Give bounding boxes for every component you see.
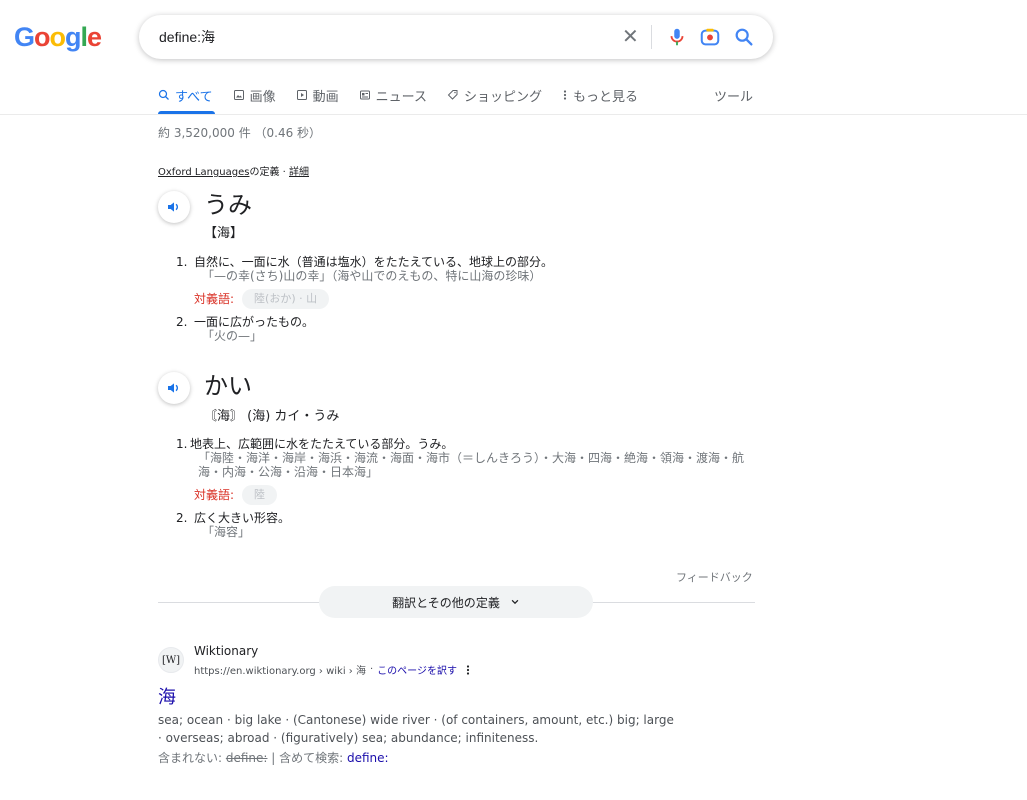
missing-terms: 含まれない: define: | 含めて検索: define:: [158, 751, 389, 765]
search-input[interactable]: define:海: [159, 27, 215, 47]
definition-item: 2. 一面に広がったもの。 「火の—」: [176, 315, 315, 343]
speaker-icon: [168, 202, 178, 212]
antonym-row: 対義語: 陸: [194, 485, 761, 505]
antonym-chip[interactable]: 陸(おか) · 山: [242, 289, 330, 309]
tag-icon: [447, 90, 458, 100]
result-snippet: sea; ocean · big lake · (Cantonese) wide…: [158, 713, 674, 745]
header-divider: [0, 114, 1027, 115]
feedback-link[interactable]: フィードバック: [676, 569, 753, 585]
google-logo[interactable]: Google: [14, 22, 102, 53]
pronunciation-button[interactable]: [158, 372, 190, 404]
tab-shopping[interactable]: ショッピング: [447, 84, 542, 106]
result-url: https://en.wiktionary.org › wiki › 海 · こ…: [194, 662, 471, 677]
search-icon[interactable]: [733, 26, 755, 48]
more-vert-icon: [563, 90, 567, 100]
more-options-icon[interactable]: [465, 664, 471, 676]
antonym-row: 対義語: 陸(おか) · 山: [194, 289, 776, 309]
dictionary-source: Oxford Languagesの定義 · 詳細: [158, 167, 309, 178]
tab-news[interactable]: ニュース: [359, 84, 427, 106]
video-icon: [296, 90, 307, 100]
speaker-icon: [168, 383, 178, 393]
microphone-icon[interactable]: [666, 25, 688, 49]
tab-all[interactable]: すべて: [158, 84, 213, 106]
camera-lens-icon[interactable]: [699, 26, 721, 48]
definition-item: 1. 地表上、広範囲に水をたたえている部分。うみ。 「海陸・海洋・海岸・海浜・海…: [176, 437, 745, 479]
more-definitions-button[interactable]: 翻訳とその他の定義: [319, 586, 593, 618]
tab-images[interactable]: 画像: [233, 84, 276, 106]
headword: かい: [204, 372, 252, 400]
definition-list: 1. 地表上、広範囲に水をたたえている部分。うみ。 「海陸・海洋・海岸・海浜・海…: [176, 437, 761, 539]
oxford-languages-link[interactable]: Oxford Languages: [158, 167, 249, 178]
search-divider: [651, 25, 652, 49]
search-tabs: すべて 画像 動画 ニュース ショッピング もっと見る: [158, 84, 658, 114]
result-stats: 約 3,520,000 件 （0.46 秒）: [158, 126, 322, 140]
headword-kanji: 〘海〙 (海) カイ・うみ: [204, 409, 340, 424]
entry-head-umi: うみ: [158, 191, 252, 223]
clear-icon[interactable]: ✕: [622, 24, 639, 48]
result-title-link[interactable]: 海: [158, 683, 176, 709]
entry-head-kai: かい: [158, 372, 252, 404]
news-icon: [359, 90, 370, 100]
pronunciation-button[interactable]: [158, 191, 190, 223]
search-with-term-link[interactable]: define:: [347, 751, 389, 765]
definition-item: 1. 自然に、一面に水（普通は塩水）をたたえている、地球上の部分。 「—の幸(さ…: [176, 255, 554, 283]
search-icon: [158, 89, 169, 100]
wiktionary-favicon[interactable]: [W]: [158, 647, 184, 673]
result-site-name[interactable]: Wiktionary: [194, 644, 258, 658]
details-link[interactable]: 詳細: [289, 167, 309, 178]
headword: うみ: [204, 191, 252, 219]
definition-list: 1. 自然に、一面に水（普通は塩水）をたたえている、地球上の部分。 「—の幸(さ…: [176, 255, 776, 343]
search-box[interactable]: define:海 ✕: [139, 15, 773, 59]
headword-kanji: 【海】: [204, 226, 244, 241]
translate-link[interactable]: このページを訳す: [377, 662, 457, 677]
antonym-chip[interactable]: 陸: [242, 485, 278, 505]
tab-videos[interactable]: 動画: [296, 84, 339, 106]
image-icon: [233, 90, 244, 100]
definition-item: 2. 広く大きい形容。 「海容」: [176, 511, 291, 539]
chevron-down-icon: [511, 599, 519, 605]
tools-button[interactable]: ツール: [714, 84, 753, 106]
tab-more[interactable]: もっと見る: [562, 84, 638, 106]
